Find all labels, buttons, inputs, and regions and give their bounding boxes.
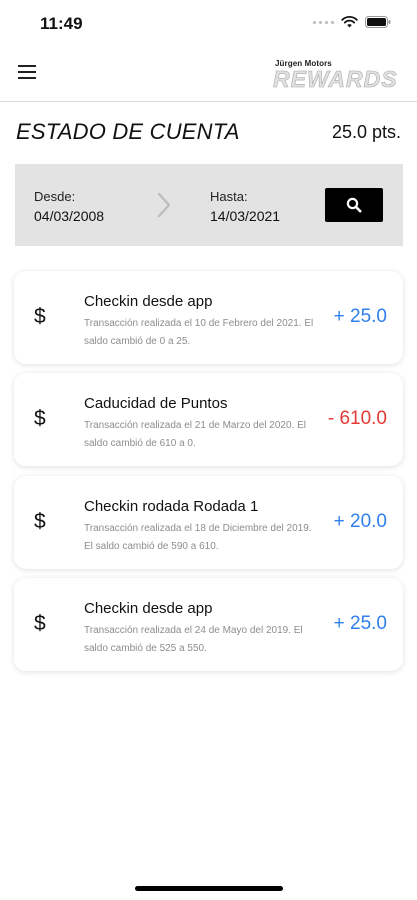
- page-title: ESTADO DE CUENTA: [16, 119, 240, 144]
- search-icon: [346, 197, 362, 213]
- transaction-amount: + 25.0: [333, 613, 387, 634]
- dollar-icon: $: [34, 612, 46, 635]
- dollar-icon: $: [34, 407, 46, 430]
- chevron-right-icon: [157, 192, 171, 218]
- transaction-amount: - 610.0: [327, 408, 387, 429]
- dollar-icon: $: [34, 305, 46, 328]
- transaction-title: Checkin rodada Rodada 1: [84, 498, 259, 515]
- status-time: 11:49: [40, 14, 83, 33]
- search-button[interactable]: [325, 188, 383, 222]
- transaction-description: Transacción realizada el 24 de Mayo del …: [84, 625, 303, 654]
- transaction-card[interactable]: $ Checkin desde app Transacción realizad…: [14, 578, 403, 671]
- brand-rewards: REWARDS: [273, 66, 398, 93]
- date-from-field[interactable]: Desde: 04/03/2008: [34, 189, 104, 224]
- status-bar: 11:49: [0, 0, 417, 46]
- dollar-icon: $: [34, 510, 46, 533]
- brand-logo: Jürgen Motors REWARDS: [273, 59, 413, 93]
- app-header: Jürgen Motors REWARDS: [0, 46, 417, 102]
- transaction-description: Transacción realizada el 21 de Marzo del…: [84, 420, 306, 449]
- transaction-card[interactable]: $ Checkin desde app Transacción realizad…: [14, 271, 403, 364]
- transaction-card[interactable]: $ Caducidad de Puntos Transacción realiz…: [14, 373, 403, 466]
- signal-icon: [313, 20, 334, 24]
- transaction-card[interactable]: $ Checkin rodada Rodada 1 Transacción re…: [14, 476, 403, 569]
- date-to-label: Hasta:: [210, 189, 248, 204]
- home-indicator[interactable]: [135, 886, 283, 891]
- menu-icon[interactable]: [18, 65, 36, 81]
- date-to-value[interactable]: 14/03/2021: [210, 208, 280, 224]
- date-to-field[interactable]: Hasta: 14/03/2021: [210, 189, 280, 224]
- status-icons: [313, 16, 391, 28]
- transaction-title: Checkin desde app: [84, 600, 213, 617]
- transaction-amount: + 25.0: [333, 306, 387, 327]
- transaction-amount: + 20.0: [333, 511, 387, 532]
- date-filter-bar: Desde: 04/03/2008 Hasta: 14/03/2021: [15, 164, 403, 246]
- points-balance: 25.0 pts.: [331, 122, 401, 142]
- battery-icon: [365, 16, 391, 28]
- transaction-title: Checkin desde app: [84, 293, 213, 310]
- date-from-label: Desde:: [34, 189, 76, 204]
- transaction-description: Transacción realizada el 18 de Diciembre…: [84, 523, 312, 552]
- wifi-icon: [341, 16, 358, 28]
- transaction-title: Caducidad de Puntos: [84, 395, 228, 412]
- date-from-value[interactable]: 04/03/2008: [34, 208, 104, 224]
- transaction-description: Transacción realizada el 10 de Febrero d…: [84, 318, 314, 347]
